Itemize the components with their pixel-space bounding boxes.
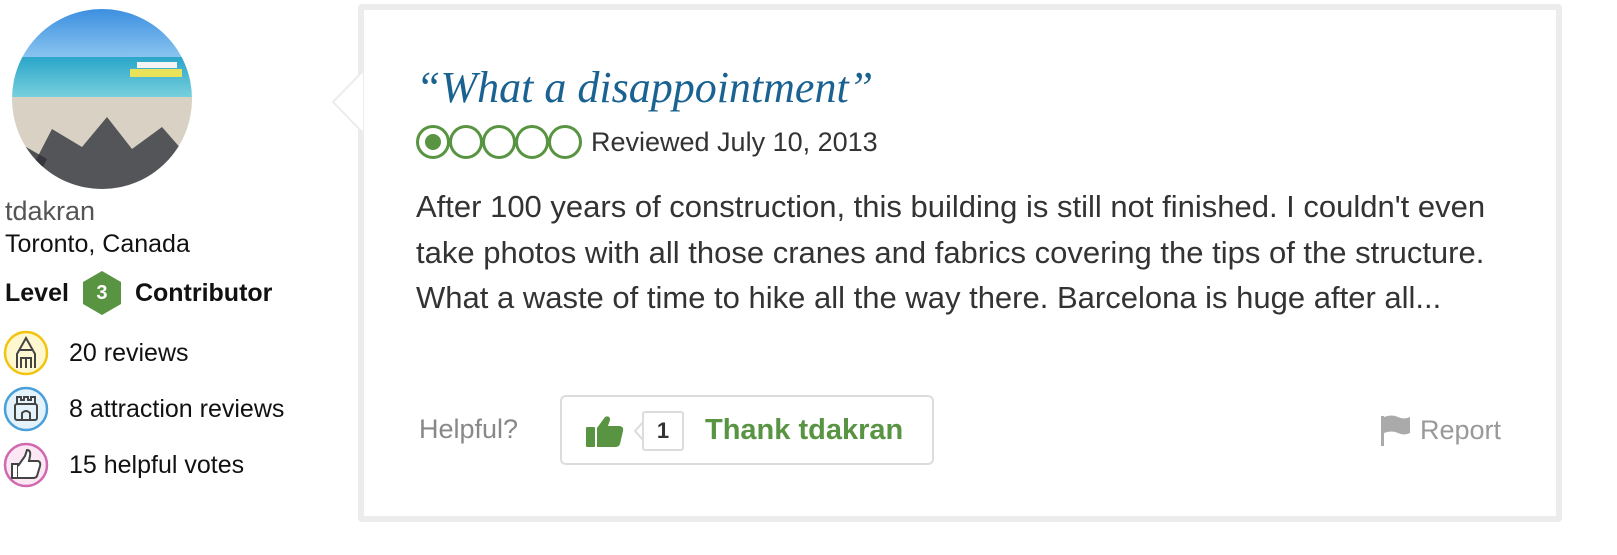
review-title-link[interactable]: “What a disappointment” — [416, 62, 873, 113]
stat-reviews: 20 reviews — [3, 330, 189, 376]
level-badge-icon: 3 — [79, 270, 125, 316]
thumbs-up-badge-icon — [3, 442, 49, 488]
contributor-level: Level 3 Contributor — [5, 270, 272, 316]
member-location: Toronto, Canada — [5, 230, 190, 258]
thank-label: Thank tdakran — [705, 414, 904, 446]
review-date: Reviewed July 10, 2013 — [591, 126, 878, 157]
review-body: After 100 years of construction, this bu… — [416, 189, 1486, 315]
rating-row: Reviewed July 10, 2013 — [416, 124, 878, 160]
report-link[interactable]: Report — [1378, 413, 1501, 447]
attraction-badge-icon — [3, 386, 49, 432]
helpful-label: Helpful? — [419, 414, 519, 444]
stat-attraction-reviews-label: 8 attraction reviews — [69, 394, 285, 423]
rating-bubble-icon — [449, 125, 483, 159]
stat-attraction-reviews: 8 attraction reviews — [3, 386, 284, 432]
username-link[interactable]: tdakran — [5, 196, 95, 227]
stat-helpful-votes-label: 15 helpful votes — [69, 450, 245, 479]
report-label: Report — [1420, 414, 1502, 445]
stat-reviews-label: 20 reviews — [69, 338, 189, 367]
bubble-rating — [416, 125, 582, 159]
card-pointer — [332, 70, 366, 134]
level-prefix: Level — [5, 278, 69, 307]
thumbs-up-icon — [586, 416, 624, 447]
stat-helpful-votes: 15 helpful votes — [3, 442, 244, 488]
thank-button[interactable]: 1 Thank tdakran — [560, 395, 934, 465]
vote-count: 1 — [642, 411, 684, 451]
pencil-badge-icon — [3, 330, 49, 376]
flag-icon — [1381, 415, 1410, 446]
rating-bubble-icon — [515, 125, 549, 159]
rating-bubble-icon — [482, 125, 516, 159]
avatar[interactable] — [12, 9, 192, 189]
level-number: 3 — [96, 282, 108, 304]
rating-bubble-icon — [548, 125, 582, 159]
level-suffix: Contributor — [134, 278, 273, 307]
rating-bubble-icon — [416, 125, 450, 159]
